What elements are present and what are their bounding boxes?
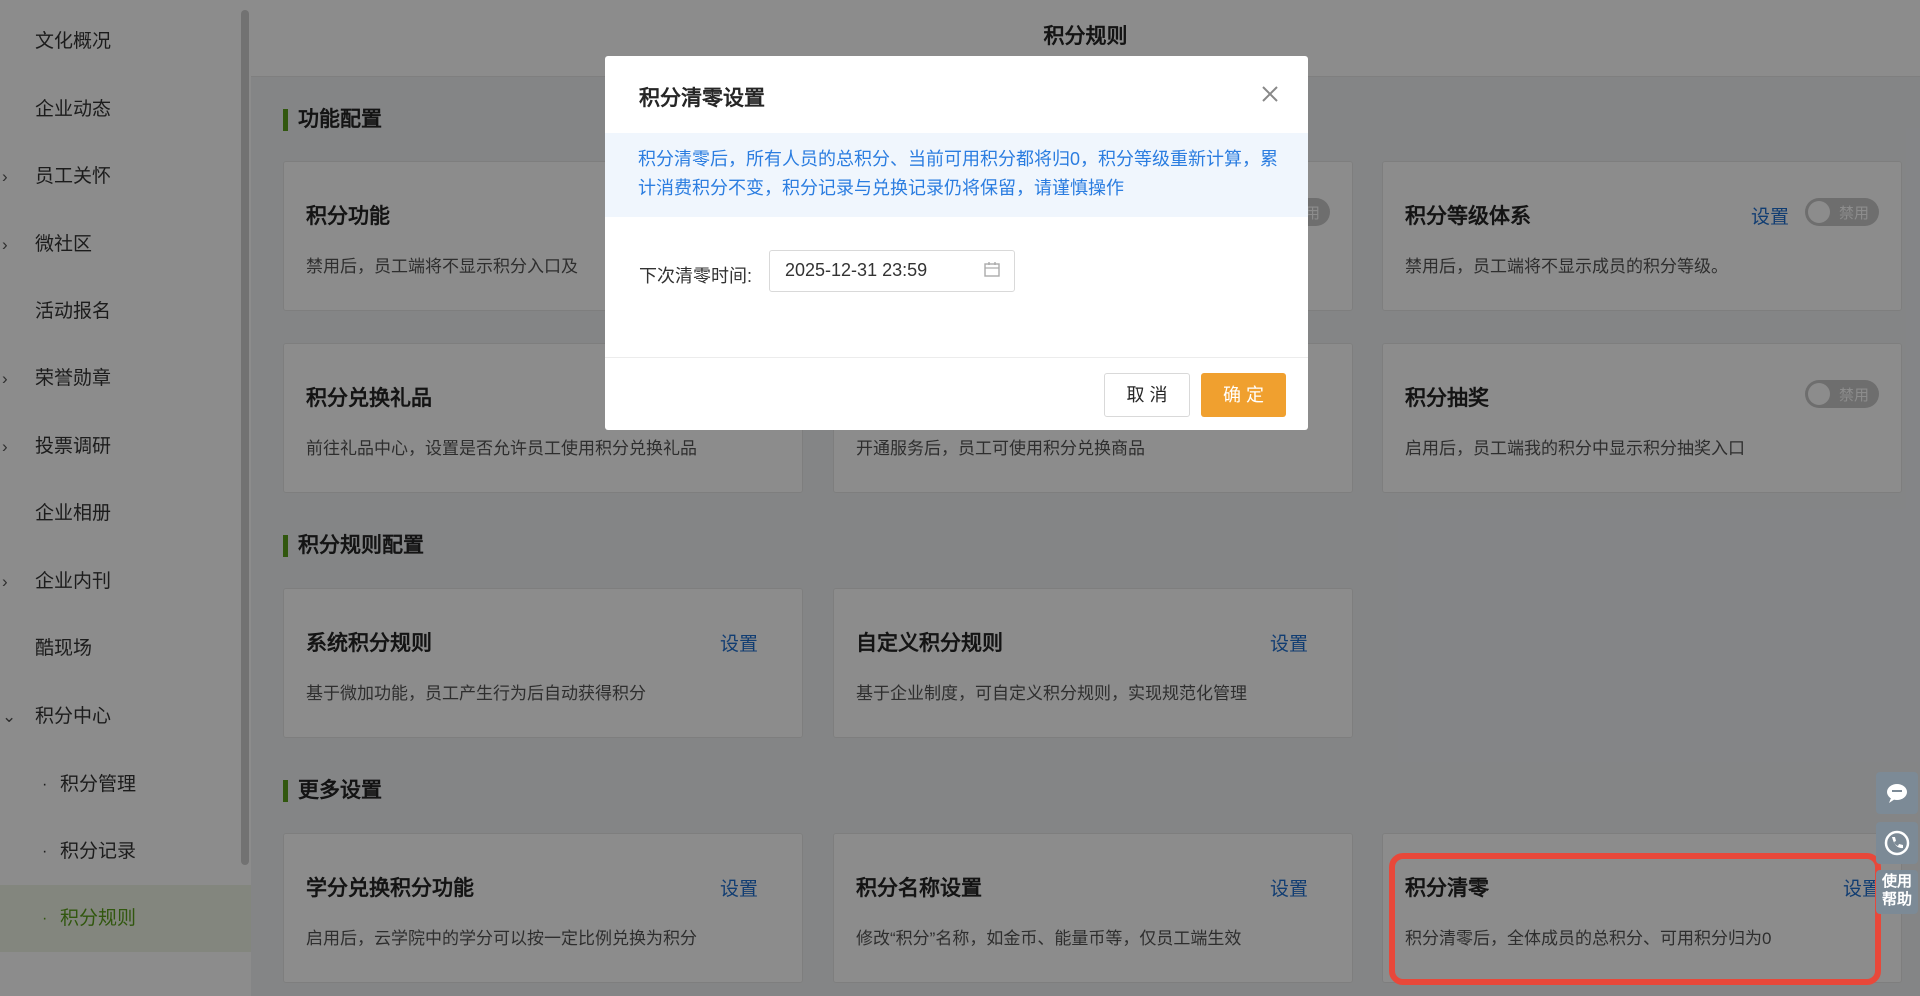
next-reset-time-input[interactable]: 2025-12-31 23:59 — [769, 250, 1015, 292]
chat-icon — [1887, 784, 1907, 803]
confirm-button[interactable]: 确 定 — [1201, 373, 1286, 417]
chat-button[interactable] — [1876, 772, 1918, 814]
reset-settings-modal: 积分清零设置 积分清零后，所有人员的总积分、当前可用积分都将归0，积分等级重新计… — [605, 56, 1308, 430]
highlight-box — [1389, 853, 1881, 985]
phone-button[interactable] — [1876, 822, 1918, 864]
alert-text: 积分清零后，所有人员的总积分、当前可用积分都将归0，积分等级重新计算，累计消费积… — [638, 149, 1279, 198]
phone-icon — [1884, 830, 1910, 856]
help-button[interactable]: 使用帮助 — [1876, 870, 1918, 914]
cancel-button[interactable]: 取 消 — [1104, 373, 1190, 417]
modal-title: 积分清零设置 — [639, 87, 765, 110]
calendar-icon — [984, 262, 1000, 277]
warning-alert: 积分清零后，所有人员的总积分、当前可用积分都将归0，积分等级重新计算，累计消费积… — [605, 133, 1308, 217]
next-reset-time-label: 下次清零时间: — [639, 266, 753, 286]
date-value: 2025-12-31 23:59 — [785, 260, 928, 280]
close-icon[interactable] — [1260, 76, 1280, 111]
divider — [605, 357, 1308, 358]
